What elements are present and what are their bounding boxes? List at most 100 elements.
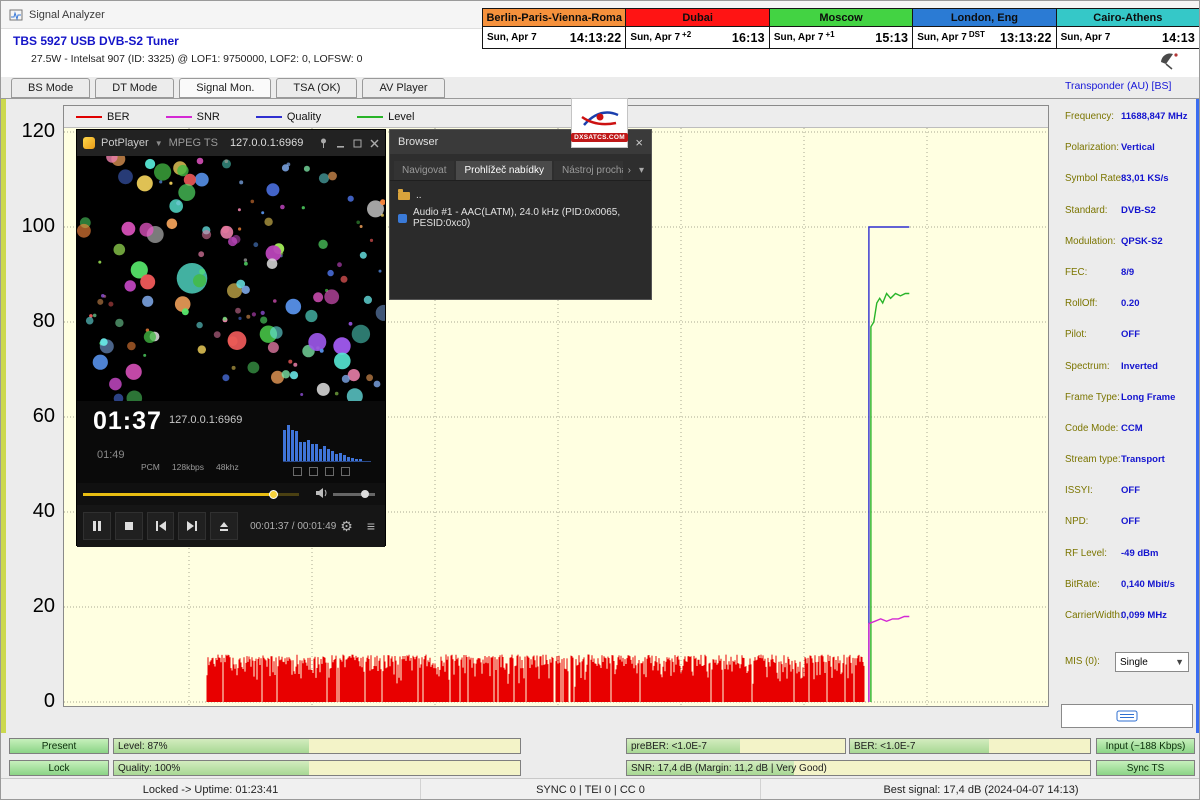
parameter-value: DVB-S2	[1121, 205, 1156, 216]
status-badge-lock: Lock	[9, 760, 109, 776]
world-clocks: Berlin-Paris-Vienna-RomaDubaiMoscowLondo…	[482, 8, 1200, 49]
status-badge-present: Present	[9, 738, 109, 754]
status-badge-sync-ts: Sync TS	[1096, 760, 1195, 776]
maximize-icon[interactable]	[353, 139, 362, 148]
pin-icon[interactable]	[319, 138, 328, 148]
pause-button[interactable]	[83, 512, 111, 540]
seek-bar[interactable]	[83, 493, 299, 496]
spectrum-bar	[295, 431, 298, 461]
playback-timestamp: 00:01:37 / 00:01:49	[250, 521, 336, 532]
total-time: 01:49	[97, 449, 125, 461]
potplayer-video[interactable]	[77, 156, 385, 401]
panel-inset-box[interactable]	[1061, 704, 1193, 728]
gear-icon[interactable]: ⚙	[340, 518, 353, 535]
minimize-icon[interactable]	[336, 139, 345, 148]
spectrum-bar	[291, 430, 294, 461]
parameter-label: Frequency:	[1065, 111, 1114, 122]
previous-button[interactable]	[147, 512, 175, 540]
level-progress-bar: Level: 87%	[113, 738, 521, 754]
seek-knob[interactable]	[269, 490, 278, 499]
tab-bs-mode[interactable]: BS Mode	[11, 78, 90, 98]
codec-label: PCM	[141, 462, 160, 472]
clock-datetime-london-eng: Sun, Apr 7DST13:13:22	[912, 27, 1055, 49]
parameter-value: OFF	[1121, 485, 1140, 496]
tab-signal-mon[interactable]: Signal Mon.	[179, 78, 271, 98]
list-item-parent-dir[interactable]: ..	[390, 187, 651, 204]
y-axis-label-20: 20	[9, 595, 55, 617]
clock-datetime-berlin-paris-vienna-roma: Sun, Apr 714:13:22	[482, 27, 625, 49]
chevron-down-icon[interactable]: ▾	[636, 161, 647, 180]
transponder-row-fec: FEC:8/9	[1057, 263, 1197, 294]
chevron-down-icon[interactable]: ▼	[155, 139, 163, 148]
audio-track-label: Audio #1 - AAC(LATM), 24.0 kHz (PID:0x00…	[413, 207, 643, 229]
parameter-label: BitRate:	[1065, 579, 1100, 590]
spectrum-bar	[331, 451, 334, 461]
close-icon[interactable]: ×	[635, 135, 643, 150]
transponder-row-npd: NPD:OFF	[1057, 512, 1197, 543]
app-icon	[9, 8, 23, 22]
stop-button[interactable]	[115, 512, 143, 540]
stream-type-label: MPEG TS	[169, 137, 218, 149]
audio-icon	[398, 214, 407, 223]
parameter-label: RF Level:	[1065, 548, 1107, 559]
status-badge-input: Input (~188 Kbps)	[1096, 738, 1195, 754]
signal-analyzer-window: Signal Analyzer TBS 5927 USB DVB-S2 Tune…	[0, 0, 1200, 800]
clock-city-dubai: Dubai	[625, 8, 768, 27]
player-controls: 00:01:37 / 00:01:49 ⚙ ≡	[77, 505, 385, 547]
parameter-label: Standard:	[1065, 205, 1107, 216]
list-item-audio-track[interactable]: Audio #1 - AAC(LATM), 24.0 kHz (PID:0x00…	[390, 204, 651, 232]
browser-tab-prohl-e-nab-dky[interactable]: Prohlížeč nabídky	[456, 161, 552, 180]
potplayer-titlebar[interactable]: PotPlayer ▼ MPEG TS 127.0.0.1:6969	[77, 130, 385, 156]
y-axis-label-120: 120	[9, 120, 55, 142]
mini-button[interactable]	[309, 467, 318, 476]
chevron-right-icon[interactable]: ›	[625, 161, 634, 180]
preber-label: preBER: <1.0E-7	[631, 739, 707, 753]
legend-item-level: Level	[357, 111, 414, 123]
speaker-icon[interactable]	[315, 487, 329, 499]
close-icon[interactable]	[370, 139, 379, 148]
next-button[interactable]	[178, 512, 206, 540]
ber-progress-bar: BER: <1.0E-7	[849, 738, 1091, 754]
transponder-row-frequency: Frequency:11688,847 MHz	[1057, 107, 1197, 138]
potplayer-title: PotPlayer	[101, 137, 149, 149]
clock-city-row: Berlin-Paris-Vienna-RomaDubaiMoscowLondo…	[482, 8, 1200, 27]
parameter-label: NPD:	[1065, 516, 1088, 527]
parameter-value: 0,140 Mbit/s	[1121, 579, 1175, 590]
spectrum-bar	[315, 444, 318, 461]
clock-datetime-moscow: Sun, Apr 7+115:13	[769, 27, 912, 49]
parameter-label: RollOff:	[1065, 298, 1098, 309]
audio-codec-info: PCM 128kbps 48khz	[141, 462, 239, 472]
parameter-value: 0,099 MHz	[1121, 610, 1167, 621]
clock-datetime-dubai: Sun, Apr 7+216:13	[625, 27, 768, 49]
browser-tab-navigovat[interactable]: Navigovat	[394, 161, 454, 180]
parameter-value: 83,01 KS/s	[1121, 173, 1169, 184]
tab-av-player[interactable]: AV Player	[362, 78, 444, 98]
parameter-label: FEC:	[1065, 267, 1087, 278]
potplayer-window: PotPlayer ▼ MPEG TS 127.0.0.1:6969 01:37…	[76, 129, 386, 546]
parameter-value: Transport	[1121, 454, 1165, 465]
device-grid-icon	[1116, 709, 1138, 723]
mini-button[interactable]	[341, 467, 350, 476]
spectrum-bar	[287, 425, 290, 461]
mini-button[interactable]	[293, 467, 302, 476]
y-axis-label-40: 40	[9, 500, 55, 522]
mini-button[interactable]	[325, 467, 334, 476]
volume-knob[interactable]	[361, 490, 369, 498]
tab-dt-mode[interactable]: DT Mode	[95, 78, 174, 98]
menu-icon[interactable]: ≡	[367, 518, 375, 534]
clock-time-row: Sun, Apr 714:13:22Sun, Apr 7+216:13Sun, …	[482, 27, 1200, 49]
browser-tab-n-stroj-proch-zen-t[interactable]: Nástroj procházení t	[554, 161, 623, 180]
transponder-row-modulation: Modulation:QPSK-S2	[1057, 232, 1197, 263]
mis-dropdown[interactable]: Single ▼	[1115, 652, 1189, 672]
spectrum-bar	[303, 442, 306, 461]
parameter-value: -49 dBm	[1121, 548, 1158, 559]
tab-tsa-ok[interactable]: TSA (OK)	[276, 78, 357, 98]
spectrum-bar	[355, 459, 358, 461]
legend-swatch-ber	[76, 116, 102, 118]
spectrum-bar	[299, 442, 302, 461]
parameter-value: QPSK-S2	[1121, 236, 1163, 247]
volume-slider[interactable]	[333, 493, 375, 496]
eject-button[interactable]	[210, 512, 238, 540]
visualizer-mini-buttons[interactable]	[293, 467, 350, 476]
folder-icon	[398, 192, 410, 200]
